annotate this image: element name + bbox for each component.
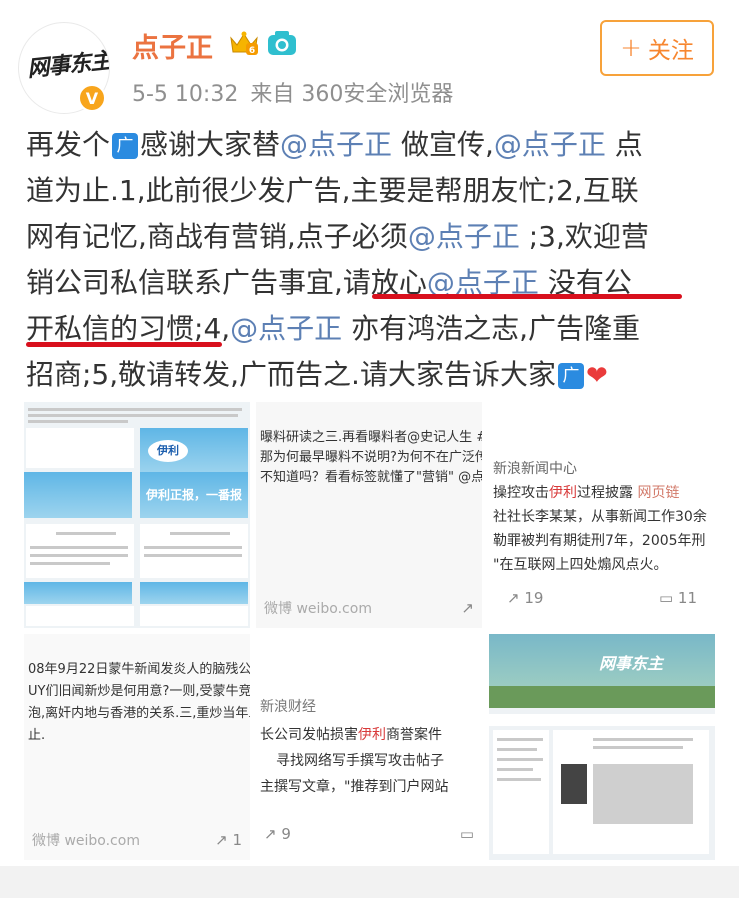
repost-count[interactable]: ↗ 19 xyxy=(507,589,543,607)
vip-crown-icon[interactable]: 6 xyxy=(228,29,260,57)
camera-icon[interactable] xyxy=(266,29,298,57)
image-thumbnail[interactable]: 新浪财经 长公司发帖损害伊利商誉案件 寻找网络写手撰写攻击帖子 主撰写文章，"推… xyxy=(256,634,482,860)
repost-icon[interactable]: ↗ xyxy=(461,599,474,617)
banner-slogan: 伊利正报，一番报 xyxy=(146,488,243,502)
watermark: 微博 weibo.com xyxy=(32,833,140,849)
image-thumbnail[interactable]: 网事东主 xyxy=(489,634,715,860)
image-grid: 伊利 伊利正报，一番报 曝料研读之三.再看曝料者@史记人生 #滥言粉碎机 那为何… xyxy=(24,402,715,860)
ad-icon xyxy=(557,363,584,389)
bottom-bar xyxy=(0,866,739,898)
banner-brand: 网事东主 xyxy=(599,654,664,673)
image-thumbnail[interactable]: 曝料研读之三.再看曝料者@史记人生 #滥言粉碎机 那为何最早曝料不说明?为何不在… xyxy=(256,402,482,628)
ad-icon: 广告 xyxy=(112,133,139,159)
repost-count[interactable]: ↗ 9 xyxy=(264,825,291,843)
username[interactable]: 点子正 xyxy=(132,26,213,65)
post-text: 再发个广告感谢大家替@点子正 做宣传,@点子正 点 道为止.1,此前很少发广告,… xyxy=(26,128,649,391)
mention-link[interactable]: @点子正 xyxy=(408,220,520,253)
mention-link[interactable]: @点子正 xyxy=(230,312,342,345)
verified-icon: V xyxy=(78,84,106,112)
yili-logo: 伊利 xyxy=(148,440,188,462)
follow-label: 关注 xyxy=(647,38,694,64)
post-source[interactable]: 来自 360安全浏览器 xyxy=(250,82,453,107)
avatar-logo-text: 网事东主 xyxy=(26,47,110,83)
post-time: 5-5 10:32 xyxy=(132,82,239,107)
red-underline xyxy=(26,342,222,347)
repost-count[interactable]: ↗ 1 xyxy=(215,831,242,849)
image-thumbnail[interactable]: 新浪新闻中心 操控攻击伊利过程披露 网页链 社社长李某某，从事新闻工作30余 勒… xyxy=(489,402,715,628)
plus-icon: + xyxy=(620,33,642,63)
mention-link[interactable]: @点子正 xyxy=(280,128,392,161)
watermark: 微博 weibo.com xyxy=(264,601,372,617)
image-thumbnail[interactable]: 伊利 伊利正报，一番报 xyxy=(24,402,250,628)
svg-text:6: 6 xyxy=(249,46,255,56)
mention-link[interactable]: @点子正 xyxy=(494,128,606,161)
image-thumbnail[interactable]: 08年9月22日蒙牛新闻发炎人的脑残公关事件,再 UY们旧闻新炒是何用意?一则,… xyxy=(24,634,250,860)
red-underline xyxy=(372,294,682,299)
follow-button[interactable]: + 关注 xyxy=(600,20,714,76)
heart-icon: ❤ xyxy=(585,361,608,391)
comment-icon[interactable]: ▭ xyxy=(460,825,474,843)
post-meta: 5-5 10:32 来自 360安全浏览器 xyxy=(132,76,453,108)
comment-count[interactable]: ▭ 11 xyxy=(659,589,697,607)
